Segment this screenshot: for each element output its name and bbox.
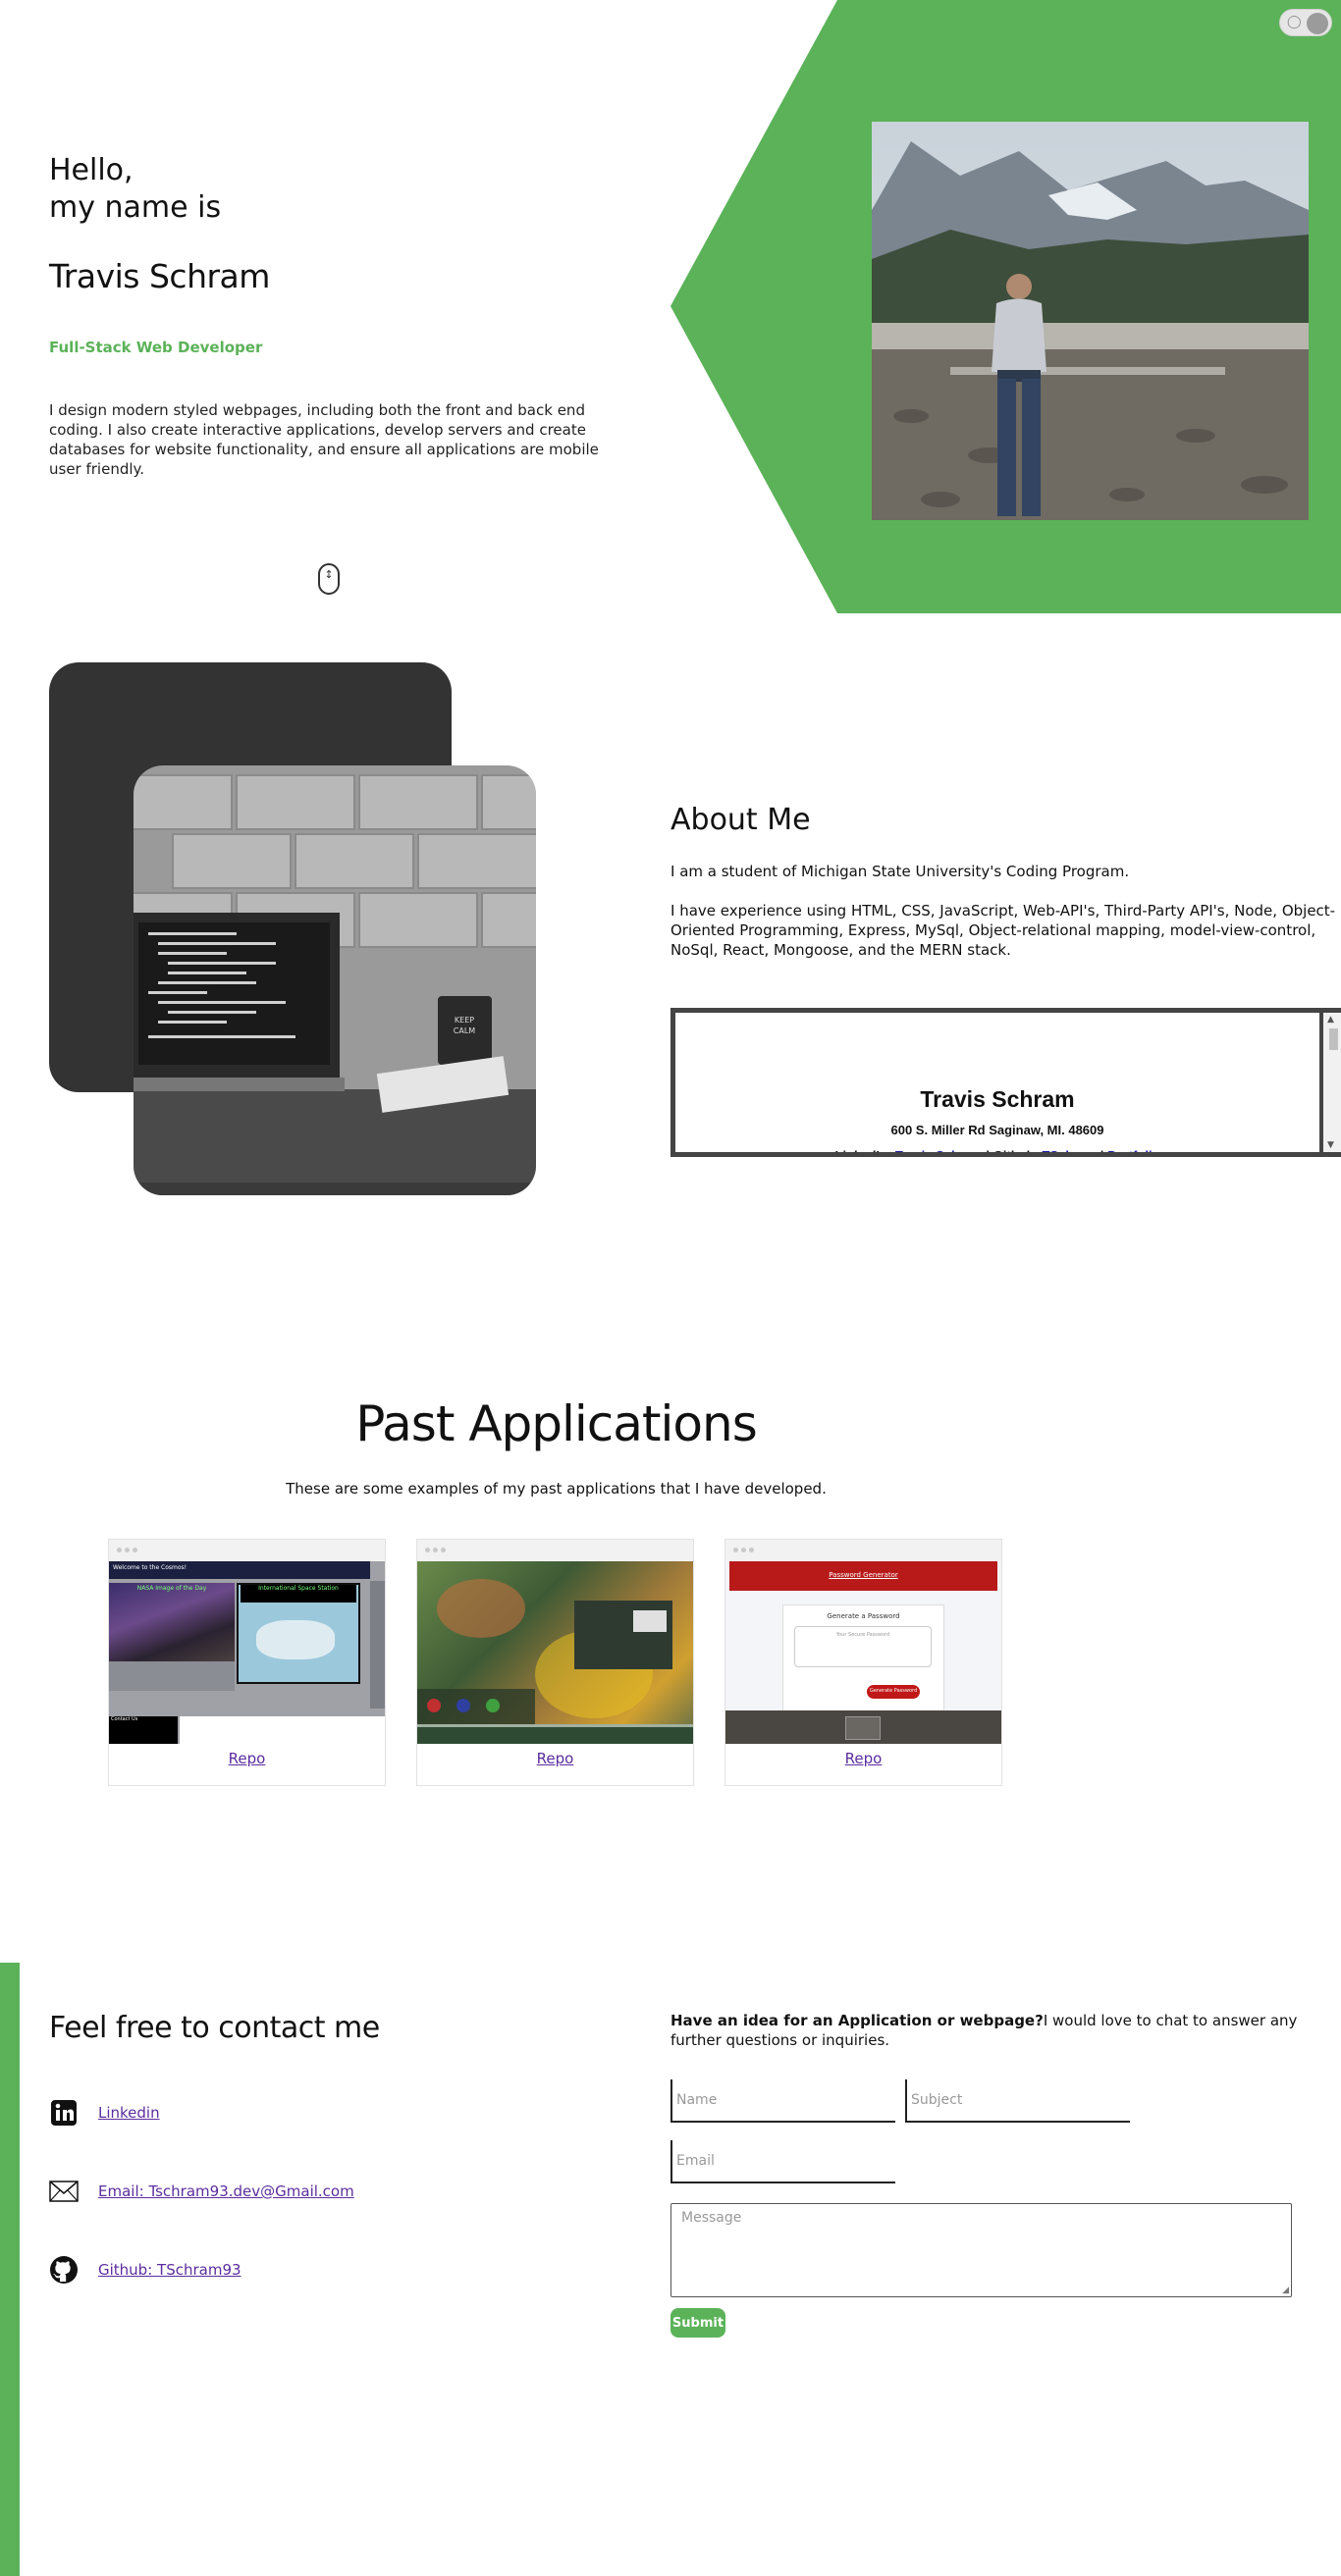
hero-name: Travis Schram (49, 257, 270, 295)
scroll-down-icon[interactable]: ▼ (1327, 1140, 1334, 1150)
svg-text:KEEP: KEEP (455, 1016, 474, 1025)
about-title: About Me (670, 803, 811, 837)
hero-greeting: Hello, my name is (49, 152, 221, 227)
name-field[interactable]: Name (670, 2079, 895, 2123)
project-screenshot: Welcome to the Cosmos! NASA Image of the… (109, 1561, 385, 1744)
contact-linkedin[interactable]: Linkedin (49, 2098, 160, 2128)
github-icon (49, 2255, 79, 2285)
resume-embed[interactable]: Travis Schram 600 S. Miller Rd Saginaw, … (670, 1008, 1341, 1157)
hero-description: I design modern styled webpages, includi… (49, 401, 599, 478)
contact-title: Feel free to contact me (49, 2011, 380, 2045)
linkedin-link[interactable]: Linkedin (98, 2104, 160, 2122)
repo-link[interactable]: Repo (109, 1750, 385, 1767)
project-screenshot: Password Generator Generate a Password Y… (725, 1561, 1001, 1744)
window-bar (417, 1540, 693, 1561)
scroll-up-icon[interactable]: ▲ (1327, 1015, 1334, 1025)
about-paragraph-1: I am a student of Michigan State Univers… (670, 863, 1130, 880)
project-card: Password Generator Generate a Password Y… (724, 1539, 1002, 1786)
laptop-photo: KEEP CALM (134, 765, 536, 1195)
svg-text:CALM: CALM (454, 1026, 476, 1035)
email-link[interactable]: Email: Tschram93.dev@Gmail.com (98, 2182, 354, 2200)
envelope-icon (49, 2177, 79, 2206)
lightbulb-icon: ◯ (1287, 15, 1302, 29)
resume-linkedin-link[interactable]: Travis Schram (895, 1148, 983, 1152)
resume-name: Travis Schram (920, 1086, 1075, 1112)
resume-scrollbar[interactable]: ▲ ▼ (1319, 1013, 1341, 1152)
contact-intro: Have an idea for an Application or webpa… (670, 2011, 1309, 2050)
about-paragraph-2: I have experience using HTML, CSS, JavaS… (670, 902, 1336, 959)
resume-github-link[interactable]: TSchram (1043, 1148, 1098, 1152)
email-field[interactable]: Email (670, 2140, 895, 2183)
project-screenshot (417, 1561, 693, 1744)
message-placeholder: Message (681, 2210, 742, 2226)
linkedin-icon (49, 2098, 79, 2128)
mouse-scroll-icon[interactable]: ↕ (318, 563, 340, 595)
window-bar (725, 1540, 1001, 1561)
profile-photo (872, 122, 1309, 520)
toggle-knob (1307, 13, 1328, 34)
theme-toggle[interactable]: ◯ (1279, 9, 1332, 36)
submit-button[interactable]: Submit (670, 2308, 725, 2338)
projects-title: Past Applications (355, 1395, 758, 1452)
resume-address: 600 S. Miller Rd Saginaw, MI. 48609 (890, 1123, 1104, 1137)
contact-github[interactable]: Github: TSchram93 (49, 2255, 241, 2285)
hero-role: Full-Stack Web Developer (49, 339, 263, 356)
greeting-line-2: my name is (49, 190, 222, 225)
resize-grip-icon[interactable]: ◢ (1282, 2286, 1289, 2295)
contact-intro-bold: Have an idea for an Application or webpa… (670, 2012, 1044, 2029)
subject-field[interactable]: Subject (905, 2079, 1130, 2123)
window-bar (109, 1540, 385, 1561)
scroll-thumb[interactable] (1329, 1028, 1338, 1050)
contact-email[interactable]: Email: Tschram93.dev@Gmail.com (49, 2177, 354, 2206)
message-field[interactable]: Message ◢ (670, 2203, 1292, 2297)
projects-subtitle: These are some examples of my past appli… (286, 1480, 827, 1498)
repo-link[interactable]: Repo (417, 1750, 693, 1767)
resume-portfolio-link[interactable]: Portfolio (1107, 1148, 1159, 1152)
contact-accent-stripe (0, 1963, 20, 2576)
github-link[interactable]: Github: TSchram93 (98, 2261, 241, 2279)
greeting-line-1: Hello, (49, 153, 134, 187)
project-card: Repo (416, 1539, 694, 1786)
resume-links: LinkedIn: Travis Schram | Github: TSchra… (675, 1148, 1319, 1152)
repo-link[interactable]: Repo (725, 1750, 1001, 1767)
project-card: Welcome to the Cosmos! NASA Image of the… (108, 1539, 386, 1786)
